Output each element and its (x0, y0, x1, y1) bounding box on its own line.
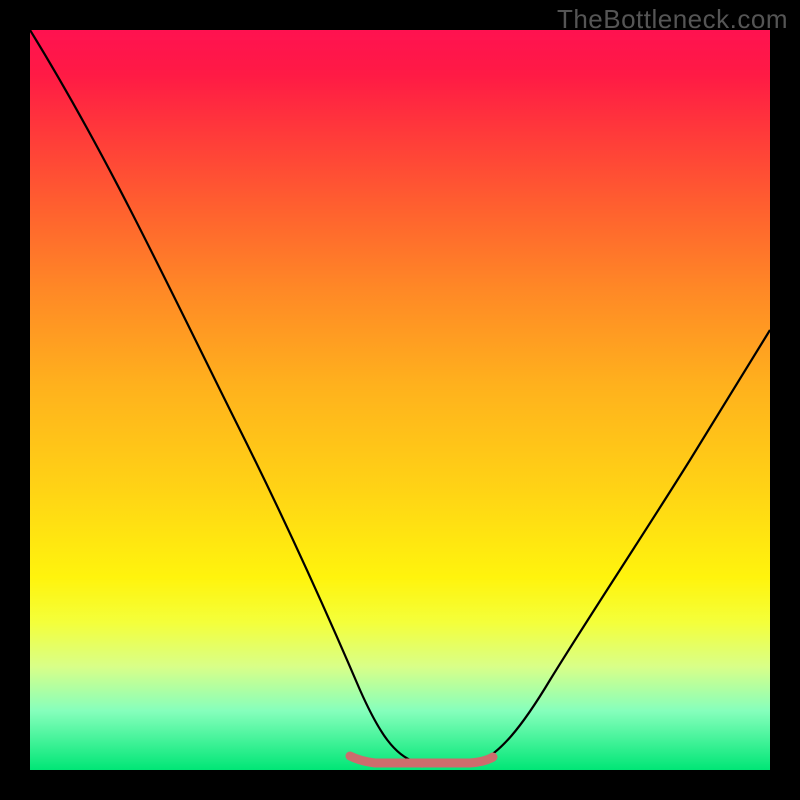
flat-dot (441, 761, 447, 767)
curve-overlay (30, 30, 770, 770)
flat-dot (397, 761, 403, 767)
right-curve (480, 330, 770, 762)
flat-dot (419, 761, 425, 767)
left-curve (30, 30, 415, 762)
chart-container: TheBottleneck.com (0, 0, 800, 800)
watermark-text: TheBottleneck.com (557, 4, 788, 35)
